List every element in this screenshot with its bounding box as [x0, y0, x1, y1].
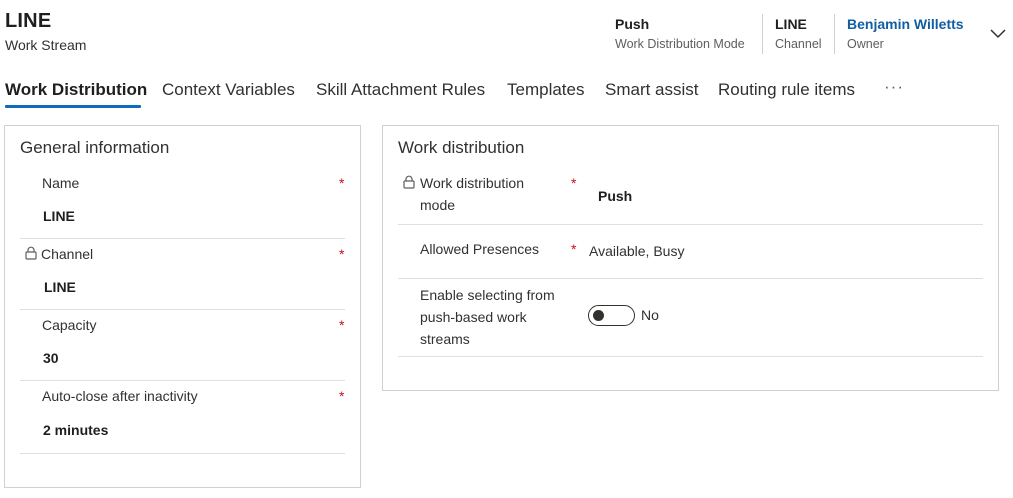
capacity-field[interactable]: 30 — [43, 350, 59, 366]
auto-close-field[interactable]: 2 minutes — [43, 422, 108, 438]
field-divider — [20, 380, 345, 381]
owner-link[interactable]: Benjamin Willetts — [847, 15, 964, 34]
label-line: streams — [420, 331, 470, 347]
name-field[interactable]: LINE — [43, 208, 75, 224]
header-field-label: Owner — [847, 37, 884, 51]
header-field-work-distribution-mode: Push Work Distribution Mode — [615, 15, 745, 53]
record-title: LINE — [5, 10, 52, 32]
field-label-channel: Channel — [41, 246, 94, 262]
chevron-down-icon[interactable] — [989, 26, 1007, 40]
tab-work-distribution[interactable]: Work Distribution — [5, 80, 147, 100]
header-field-label: Channel — [775, 37, 822, 51]
field-label-capacity: Capacity — [42, 317, 97, 333]
tab-context-variables[interactable]: Context Variables — [162, 80, 295, 100]
label-line: push-based work — [420, 309, 527, 325]
header-field-channel: LINE Channel — [775, 15, 822, 53]
required-indicator: * — [339, 388, 345, 404]
required-indicator: * — [339, 175, 345, 191]
label-line: Enable selecting from — [420, 287, 555, 303]
toggle-knob — [593, 309, 604, 321]
field-label-auto-close: Auto-close after inactivity — [42, 388, 198, 404]
active-tab-indicator — [5, 105, 141, 108]
field-label-allowed-presences: Allowed Presences — [420, 241, 540, 257]
field-label-work-distribution-mode: Work distribution mode — [420, 172, 524, 216]
field-divider — [398, 356, 983, 357]
work-distribution-mode-field: Push — [598, 188, 633, 204]
section-title: General information — [20, 138, 170, 157]
header-field-owner: Benjamin Willetts Owner — [847, 15, 964, 53]
toggle-state-label: No — [641, 307, 659, 323]
field-divider — [20, 453, 345, 454]
header-separator — [762, 14, 763, 54]
tab-skill-attachment-rules[interactable]: Skill Attachment Rules — [316, 80, 485, 100]
header-field-value: Push — [615, 16, 650, 32]
label-line: mode — [420, 197, 456, 213]
header-field-label: Work Distribution Mode — [615, 37, 745, 51]
tab-routing-rule-items[interactable]: Routing rule items — [718, 80, 855, 100]
required-indicator: * — [571, 175, 577, 191]
field-label-enable-selecting: Enable selecting from push-based work st… — [420, 284, 555, 350]
enable-selecting-toggle[interactable] — [588, 305, 635, 326]
required-indicator: * — [339, 246, 345, 262]
lock-icon — [403, 175, 415, 189]
tab-smart-assist[interactable]: Smart assist — [605, 80, 699, 100]
header-field-value: LINE — [775, 16, 807, 32]
allowed-presences-field[interactable]: Available, Busy — [589, 243, 684, 259]
field-divider — [20, 309, 345, 310]
section-title: Work distribution — [398, 138, 525, 157]
field-divider — [398, 224, 983, 225]
field-label-name: Name — [42, 175, 80, 191]
required-indicator: * — [571, 241, 577, 257]
lock-icon — [25, 246, 37, 260]
tab-templates[interactable]: Templates — [507, 80, 584, 100]
required-indicator: * — [339, 317, 345, 333]
field-divider — [398, 278, 983, 279]
label-line: Work distribution — [420, 175, 525, 191]
field-divider — [20, 238, 345, 239]
header-separator — [834, 14, 835, 54]
more-icon[interactable]: ··· — [884, 77, 904, 97]
channel-field: LINE — [44, 279, 76, 295]
record-entity-type: Work Stream — [5, 37, 87, 53]
